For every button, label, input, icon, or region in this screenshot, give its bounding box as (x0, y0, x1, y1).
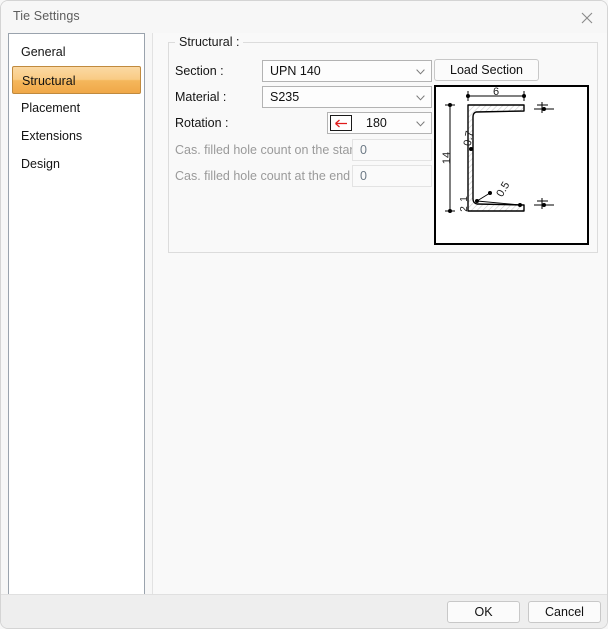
close-button[interactable] (565, 1, 608, 32)
dialog-footer: OK Cancel (1, 594, 608, 628)
sidebar-item-label: Extensions (21, 129, 82, 143)
section-preview: 6 14 0.7 1 2 (434, 85, 589, 245)
groupbox-title: Structural : (175, 35, 243, 49)
rotation-dropdown[interactable]: 180 (327, 112, 432, 134)
rotation-label: Rotation : (175, 116, 229, 130)
sidebar-item-general[interactable]: General (12, 38, 141, 66)
dim-radius-label: 0.5 (494, 180, 512, 199)
dim-web-label: 0.7 (462, 130, 476, 147)
material-dropdown[interactable]: S235 (262, 86, 432, 108)
window-title: Tie Settings (13, 9, 80, 23)
cancel-button[interactable]: Cancel (528, 601, 601, 623)
section-value: UPN 140 (270, 64, 321, 78)
structural-panel: Structural : Section : UPN 140 Material … (153, 33, 608, 596)
holes-end-label: Cas. filled hole count at the end : (175, 169, 357, 183)
arrow-left-red-icon (330, 115, 352, 131)
rotation-value: 180 (366, 116, 387, 130)
upn-channel-section-drawing: 6 14 0.7 1 2 (436, 87, 587, 243)
material-value: S235 (270, 90, 299, 104)
settings-category-list[interactable]: General Structural Placement Extensions … (8, 33, 145, 596)
ok-button[interactable]: OK (447, 601, 520, 623)
material-label: Material : (175, 90, 226, 104)
holes-start-label: Cas. filled hole count on the start : (175, 143, 364, 157)
section-dropdown[interactable]: UPN 140 (262, 60, 432, 82)
holes-end-input: 0 (352, 165, 432, 187)
holes-start-input: 0 (352, 139, 432, 161)
chevron-down-icon (416, 95, 425, 101)
holes-start-value: 0 (360, 143, 367, 157)
sidebar-item-label: General (21, 45, 65, 59)
holes-end-value: 0 (360, 169, 367, 183)
chevron-down-icon (416, 69, 425, 75)
dim-small-1-label: 1 (459, 196, 470, 202)
sidebar-item-placement[interactable]: Placement (12, 94, 141, 122)
section-label: Section : (175, 64, 224, 78)
sidebar-item-extensions[interactable]: Extensions (12, 122, 141, 150)
tie-settings-dialog: Tie Settings General Structural Placemen… (0, 0, 608, 629)
sidebar-item-label: Structural (22, 74, 76, 88)
dim-width-label: 6 (493, 87, 499, 98)
sidebar-item-structural[interactable]: Structural (12, 66, 141, 94)
sidebar-item-label: Design (21, 157, 60, 171)
load-section-button[interactable]: Load Section (434, 59, 539, 81)
sidebar-item-label: Placement (21, 101, 80, 115)
sidebar-item-design[interactable]: Design (12, 150, 141, 178)
title-bar: Tie Settings (1, 1, 608, 32)
dim-small-2-label: 2 (459, 206, 470, 212)
dim-height-label: 14 (441, 152, 453, 164)
chevron-down-icon (416, 121, 425, 127)
